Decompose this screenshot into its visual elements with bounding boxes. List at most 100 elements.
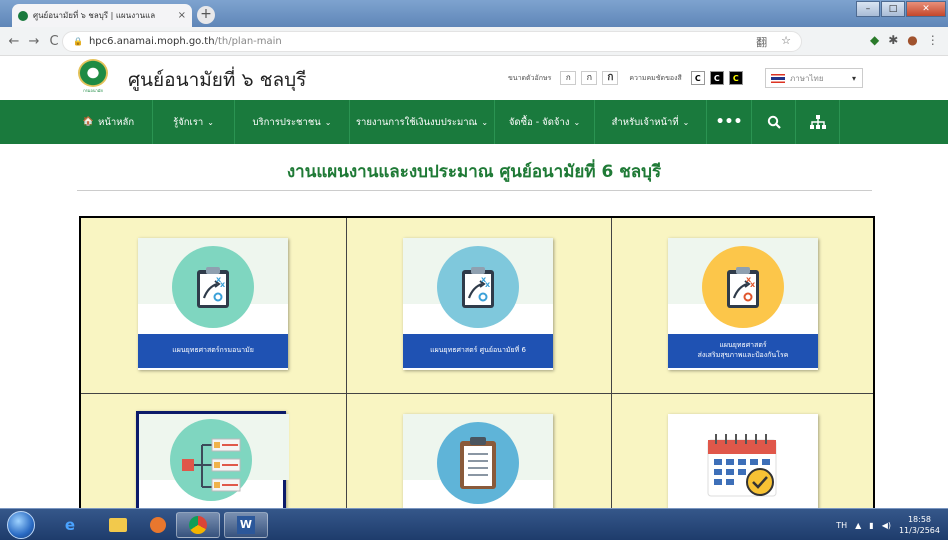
card-department-strategy[interactable]: xx แผนยุทธศาสตร์กรมอนามัย (138, 238, 288, 370)
card-icon-disc (702, 422, 784, 504)
site-header: กรมอนามัย ศูนย์อนามัยที่ ๖ ชลบุรี ขนาดตั… (0, 56, 948, 100)
grid-divider (611, 218, 612, 508)
bookmark-star-icon[interactable]: ☆ (781, 34, 791, 50)
favicon-icon (18, 10, 28, 21)
file-explorer-icon[interactable] (96, 512, 140, 538)
card-center6-strategy[interactable]: xx แผนยุทธศาสตร์ ศูนย์อนามัยที่ 6 (403, 238, 553, 370)
chevron-down-icon: ⌄ (324, 117, 332, 127)
volume-icon[interactable]: ◀) (882, 521, 891, 530)
maximize-button[interactable]: □ (881, 1, 905, 17)
nav-item-budget-report[interactable]: รายงานการใช้เงินงบประมาณ ⌄ (350, 100, 495, 144)
thai-flag-icon (771, 73, 785, 83)
reload-button[interactable]: C (44, 34, 64, 49)
contrast-label: ความคมชัดของสี (629, 73, 682, 82)
lock-icon: 🔒 (73, 37, 83, 46)
nav-item-label: บริการประชาชน (252, 116, 321, 128)
contrast-dark-button[interactable]: C (709, 71, 724, 85)
sitemap-icon[interactable] (796, 100, 840, 144)
card-caption-line: แผนยุทธศาสตร์กรมอนามัย (172, 346, 254, 355)
card-caption-line: แผนยุทธศาสตร์ ศูนย์อนามัยที่ 6 (430, 346, 526, 355)
svg-text:x: x (220, 280, 226, 289)
url-domain: hpc6.anamai.moph.go.th (88, 36, 215, 47)
main-nav: 🏠 หน้าหลัก รู้จักเรา ⌄ บริการประชาชน ⌄ ราย… (0, 100, 948, 144)
card-icon-disc: xx (437, 246, 519, 328)
site-logo[interactable]: กรมอนามัย (78, 59, 108, 95)
windows-taskbar: e W TH ▲ ▮ ◀) 18:58 11/3/2564 (0, 508, 948, 540)
profile-avatar[interactable]: ● (907, 33, 917, 47)
grid-divider (346, 218, 347, 508)
nav-item-label: สำหรับเจ้าหน้าที่ (611, 116, 679, 128)
card-caption-line: แผนยุทธศาสตร์ (719, 341, 767, 350)
card-health-promotion-strategy[interactable]: xx แผนยุทธศาสตร์ ส่งเสริมสุขภาพและป้องกั… (668, 238, 818, 370)
home-icon: 🏠 (82, 117, 95, 127)
font-size-large-button[interactable]: ก (602, 71, 619, 85)
card-caption-line: ส่งเสริมสุขภาพและป้องกันโรค (697, 351, 789, 359)
nav-item-services[interactable]: บริการประชาชน ⌄ (235, 100, 350, 144)
nav-home-label: หน้าหลัก (98, 116, 135, 128)
menu-icon[interactable]: ⋮ (927, 33, 939, 47)
clock-time: 18:58 (907, 515, 932, 524)
plan-card-grid: xx แผนยุทธศาสตร์กรมอนามัย xx แผนยุทธศาสต… (79, 216, 875, 510)
nav-more-button[interactable]: ••• (707, 100, 752, 144)
strategy-clipboard-icon: xx (462, 267, 494, 308)
close-window-button[interactable]: ✕ (906, 1, 946, 17)
nav-item-label: รู้จักเรา (173, 116, 204, 128)
chevron-down-icon: ⌄ (207, 117, 214, 127)
minimize-button[interactable]: – (856, 1, 880, 17)
contrast-normal-button[interactable]: C (690, 71, 705, 85)
site-title[interactable]: ศูนย์อนามัยที่ ๖ ชลบุรี (128, 65, 306, 95)
extensions-area: ◆ ✱ ● ⋮ (870, 33, 939, 47)
font-size-medium-button[interactable]: ก (581, 71, 598, 85)
nav-item-label: รายงานการใช้เงินงบประมาณ (355, 116, 478, 128)
chevron-down-icon: ⌄ (573, 117, 581, 127)
card-icon-disc: xx (172, 246, 254, 328)
ie-icon[interactable]: e (48, 512, 92, 538)
address-bar[interactable]: 🔒 hpc6.anamai.moph.go.th/th/plan-main 翻 … (62, 31, 802, 52)
tab-close-icon[interactable]: × (178, 10, 186, 21)
system-tray: TH ▲ ▮ ◀) 18:58 11/3/2564 (836, 514, 940, 536)
language-select[interactable]: ภาษาไทย ▾ (765, 68, 863, 88)
nav-home[interactable]: 🏠 หน้าหลัก (65, 100, 153, 144)
word-taskbar-icon[interactable]: W (224, 512, 268, 538)
chevron-down-icon: ⌄ (481, 117, 489, 127)
svg-text:x: x (750, 280, 756, 289)
contrast-yellow-button[interactable]: C (728, 71, 743, 85)
calendar-check-icon (707, 434, 777, 497)
nav-item-label: จัดซื้อ - จัดจ้าง (508, 116, 570, 128)
hierarchy-chart-icon (182, 438, 241, 492)
card-icon-disc (170, 419, 252, 501)
grid-divider (81, 393, 873, 394)
new-tab-button[interactable]: + (197, 6, 215, 24)
translate-icon[interactable]: 翻 (756, 34, 767, 50)
card-caption: แผนยุทธศาสตร์กรมอนามัย (138, 334, 288, 368)
card-hierarchy-plan[interactable] (136, 411, 289, 508)
nav-item-staff[interactable]: สำหรับเจ้าหน้าที่ ⌄ (595, 100, 707, 144)
start-button[interactable] (7, 511, 35, 539)
search-icon[interactable] (752, 100, 796, 144)
forward-button[interactable]: → (24, 34, 44, 49)
network-icon[interactable]: ▮ (869, 521, 873, 530)
card-calendar-plan[interactable] (668, 414, 818, 508)
logo-emblem-icon (78, 59, 108, 87)
puzzle-icon[interactable]: ✱ (888, 33, 898, 47)
card-caption: แผนยุทธศาสตร์ ส่งเสริมสุขภาพและป้องกันโร… (668, 334, 818, 368)
chevron-down-icon: ⌄ (682, 117, 690, 127)
font-size-small-button[interactable]: ก (560, 71, 577, 85)
browser-tab[interactable]: ศูนย์อนามัยที่ ๖ ชลบุรี | แผนงานแล × (12, 4, 192, 27)
card-document-plan[interactable] (403, 414, 553, 508)
logo-label: กรมอนามัย (83, 88, 103, 93)
input-language[interactable]: TH (836, 521, 847, 530)
accessibility-controls: ขนาดตัวอักษร ก ก ก ความคมชัดของสี C C C (508, 71, 743, 85)
extension-icon[interactable]: ◆ (870, 33, 879, 47)
card-caption: แผนยุทธศาสตร์ ศูนย์อนามัยที่ 6 (403, 334, 553, 368)
nav-item-about[interactable]: รู้จักเรา ⌄ (153, 100, 235, 144)
chrome-taskbar-icon[interactable] (176, 512, 220, 538)
clock[interactable]: 18:58 11/3/2564 (899, 514, 940, 536)
nav-item-procurement[interactable]: จัดซื้อ - จัดจ้าง ⌄ (495, 100, 595, 144)
back-button[interactable]: ← (4, 34, 24, 49)
browser-toolbar: ← → C 🔒 hpc6.anamai.moph.go.th/th/plan-m… (0, 27, 948, 56)
document-clipboard-icon (460, 437, 496, 489)
media-player-icon[interactable] (136, 512, 180, 538)
svg-text:x: x (485, 280, 491, 289)
tray-expand-icon[interactable]: ▲ (855, 521, 861, 530)
